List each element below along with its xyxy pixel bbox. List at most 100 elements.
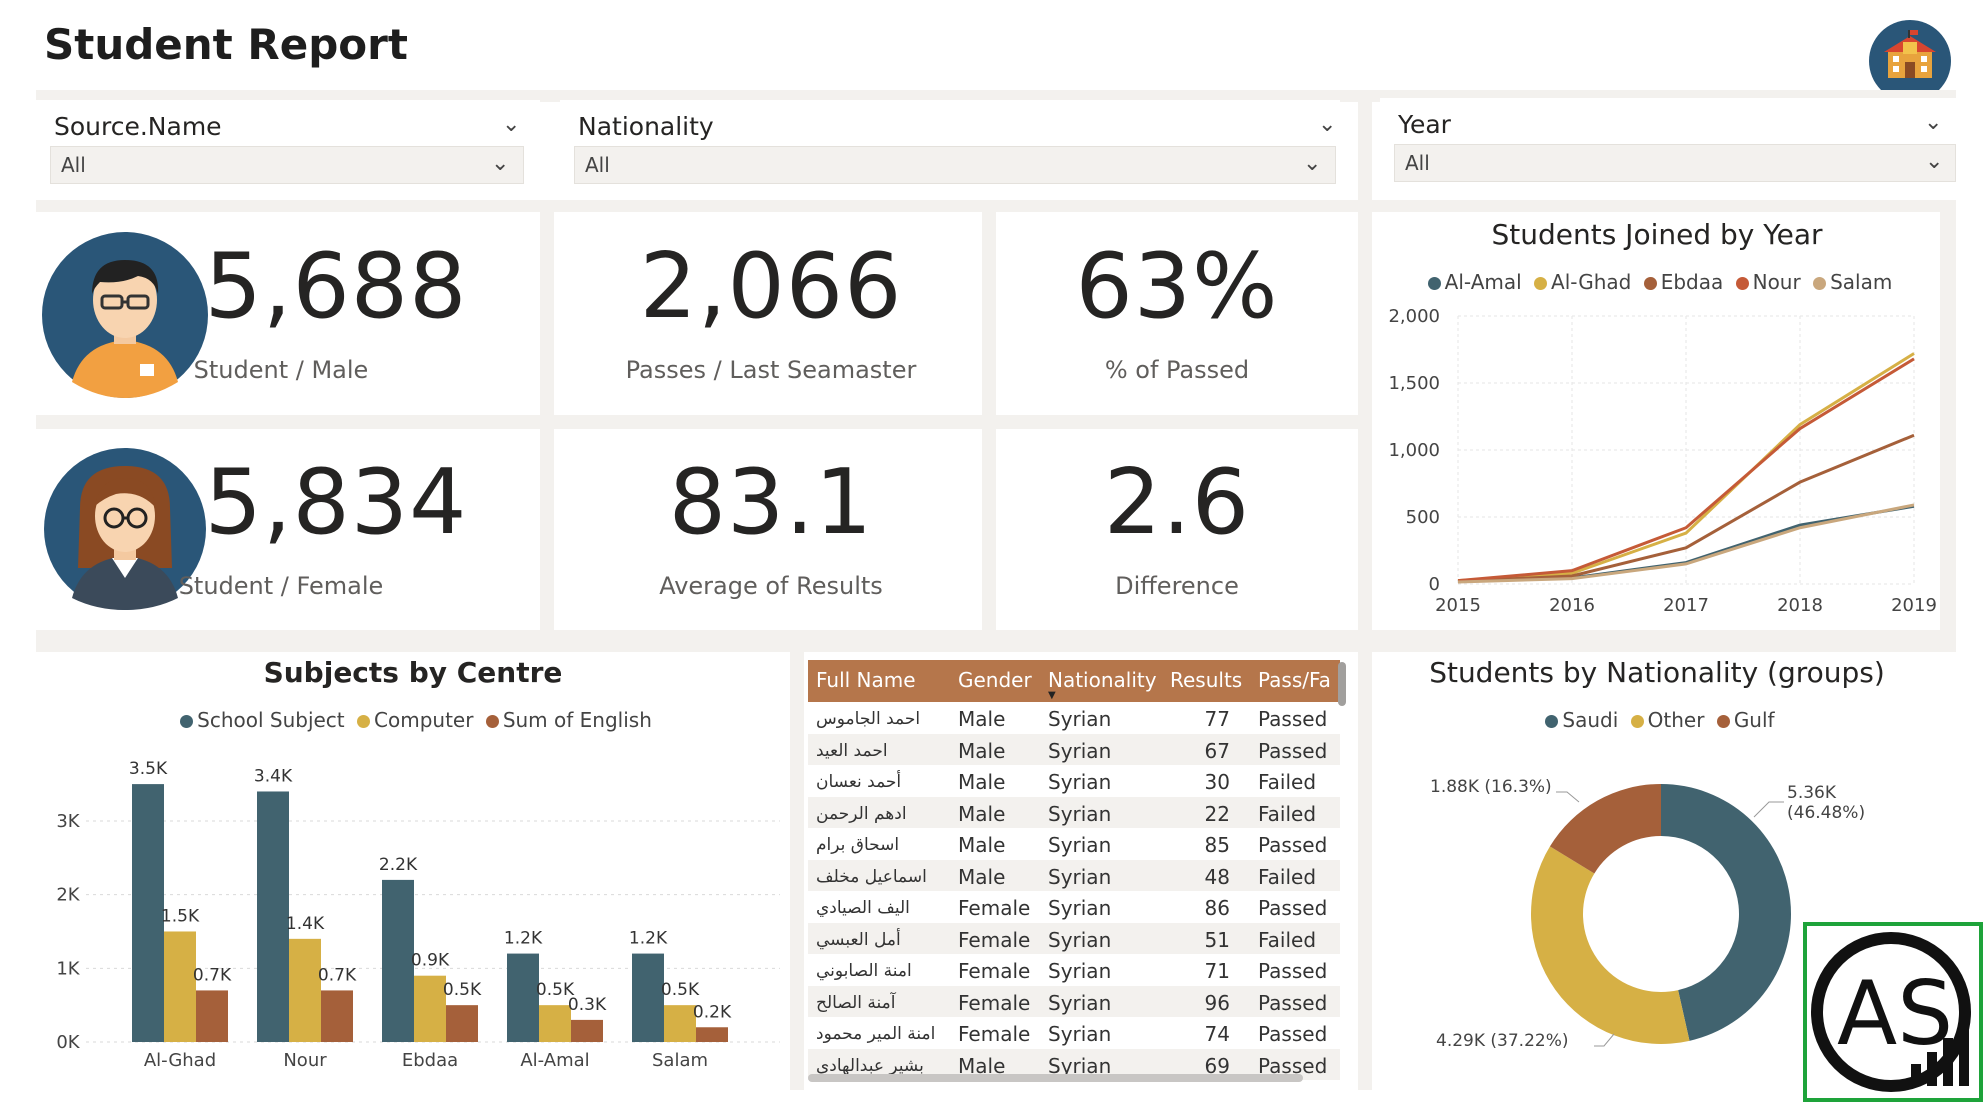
canvas-band (36, 415, 1366, 429)
table-cell: 86 (1204, 896, 1230, 920)
table-cell: امنة المير محمود (816, 1024, 936, 1044)
bar-data-label: 3.4K (254, 766, 293, 786)
bar (289, 938, 321, 1042)
table-row[interactable]: امنة المير محمود Female Syrian 74 Passed (808, 1017, 1340, 1049)
x-tick-label: Nour (283, 1050, 327, 1071)
table-cell: Failed (1258, 801, 1317, 826)
chevron-down-icon[interactable]: ⌄ (1318, 112, 1336, 137)
slicer-dropdown[interactable]: All ⌄ (574, 146, 1336, 184)
table-cell: Failed (1258, 864, 1317, 889)
table-cell: 77 (1204, 707, 1230, 731)
vertical-scrollbar[interactable] (1338, 662, 1346, 706)
table-row[interactable]: احمد الجاموس Male Syrian 77 Passed (808, 702, 1340, 734)
chevron-down-icon[interactable]: ⌄ (1925, 149, 1943, 174)
table-row[interactable]: اليف الصيادي Female Syrian 86 Passed (808, 891, 1340, 923)
kpi-label-difference: Difference (1115, 572, 1239, 600)
slicer-nationality[interactable]: Nationality ⌄ All ⌄ (560, 100, 1340, 200)
bar-data-label: 0.3K (568, 995, 607, 1015)
bar (696, 1027, 728, 1042)
table-cell: Syrian (1048, 959, 1112, 983)
chevron-down-icon[interactable]: ⌄ (1303, 151, 1321, 176)
kpi-label-male: Student / Male (193, 356, 369, 384)
x-tick-label: 2019 (1891, 595, 1937, 616)
x-tick-label: 2015 (1435, 595, 1481, 616)
table-cell: آمنة الصالح (816, 992, 896, 1013)
slicer-year[interactable]: Year ⌄ All ⌄ (1380, 98, 1956, 198)
table-cell: 22 (1204, 801, 1230, 826)
table-cell: 74 (1204, 1022, 1230, 1046)
table-cell: Female (958, 927, 1031, 952)
canvas-band (36, 630, 1956, 652)
bar-data-label: 0.2K (693, 1002, 732, 1022)
bar-data-label: 0.7K (193, 965, 232, 985)
table-cell: Male (958, 707, 1006, 731)
slicer-source-name[interactable]: Source.Name ⌄ All ⌄ (36, 100, 540, 200)
table-row[interactable]: أحمد نعسان Male Syrian 30 Failed (808, 765, 1340, 797)
column-header[interactable]: Results (1170, 668, 1242, 692)
table-cell: Passed (1258, 896, 1328, 920)
table-cell: Female (958, 1022, 1031, 1046)
chevron-down-icon[interactable]: ⌄ (502, 112, 520, 137)
canvas-band (1358, 100, 1372, 1090)
column-header[interactable]: Pass/Fa (1258, 668, 1331, 692)
kpi-label-passes: Passes / Last Seamaster (625, 356, 917, 384)
bar (632, 953, 664, 1042)
x-tick-label: Salam (652, 1050, 708, 1071)
kpi-value-male: 5,688 (204, 234, 468, 339)
slicer-value: All (585, 153, 610, 177)
table-cell: امنة الصابوني (816, 961, 912, 981)
chevron-down-icon[interactable]: ⌄ (491, 151, 509, 176)
slicer-label: Nationality (578, 112, 714, 141)
table-cell: Male (958, 801, 1006, 826)
table-row[interactable]: اسماعيل مخلف Male Syrian 48 Failed (808, 859, 1340, 891)
table-cell: Passed (1258, 707, 1328, 731)
kpi-label-female: Student / Female (178, 572, 384, 600)
canvas-band (540, 210, 554, 640)
table-cell: Failed (1258, 927, 1317, 952)
kpi-label-pct-passed: % of Passed (1104, 356, 1250, 384)
table-cell: Passed (1258, 959, 1328, 983)
y-tick-label: 3K (56, 811, 80, 832)
table-row[interactable]: اسحاق برام Male Syrian 85 Passed (808, 828, 1340, 860)
table-cell: احمد الجاموس (816, 709, 921, 729)
slicer-dropdown[interactable]: All ⌄ (1394, 144, 1956, 182)
table-row[interactable]: آمنة الصالح Female Syrian 96 Passed (808, 985, 1340, 1017)
table-cell: Male (958, 864, 1006, 889)
table-cell: اليف الصيادي (816, 898, 910, 918)
kpi-card-pct-passed: 63% % of Passed (996, 214, 1358, 414)
table-cell: احمد العيد (816, 740, 888, 761)
column-header[interactable]: Nationality (1048, 668, 1157, 692)
slicer-value: All (61, 153, 86, 177)
table-cell: 85 (1204, 833, 1230, 857)
sort-arrow-icon[interactable]: ▼ (1048, 690, 1056, 701)
bar (446, 1005, 478, 1042)
slicer-dropdown[interactable]: All ⌄ (50, 146, 524, 184)
table-cell: Male (958, 770, 1006, 794)
slicer-label: Year (1398, 110, 1451, 139)
table-cell: Failed (1258, 770, 1317, 794)
table-cell: Passed (1258, 990, 1328, 1015)
table-row[interactable]: أمل العبسي Female Syrian 51 Failed (808, 922, 1340, 954)
table-cell: Syrian (1048, 990, 1112, 1015)
column-header[interactable]: Gender (958, 668, 1032, 692)
page-title: Student Report (44, 20, 408, 69)
table-row[interactable]: امنة الصابوني Female Syrian 71 Passed (808, 954, 1340, 986)
table-cell: 96 (1204, 990, 1230, 1015)
bar (196, 990, 228, 1042)
kpi-card-avg-results: 83.1 Average of Results (560, 430, 982, 630)
x-tick-label: Al-Ghad (144, 1050, 216, 1071)
x-tick-label: 2017 (1663, 595, 1709, 616)
column-header[interactable]: Full Name (816, 668, 916, 692)
line-chart-plot: 0 500 1,000 1,500 2,000 2015 2016 2017 2018 2019 (1388, 306, 1937, 616)
canvas-band (982, 210, 996, 640)
horizontal-scrollbar[interactable] (808, 1074, 1303, 1082)
table-row[interactable]: احمد العيد Male Syrian 67 Passed (808, 733, 1340, 765)
table-cell: Passed (1258, 833, 1328, 857)
y-tick-label: 500 (1406, 507, 1440, 528)
table-cell: Syrian (1048, 864, 1112, 889)
y-tick-label: 1K (56, 958, 80, 979)
bar-data-label: 2.2K (379, 855, 418, 875)
y-tick-label: 0K (56, 1032, 80, 1053)
table-row[interactable]: ادهم الرحمن Male Syrian 22 Failed (808, 796, 1340, 828)
chevron-down-icon[interactable]: ⌄ (1924, 110, 1942, 135)
